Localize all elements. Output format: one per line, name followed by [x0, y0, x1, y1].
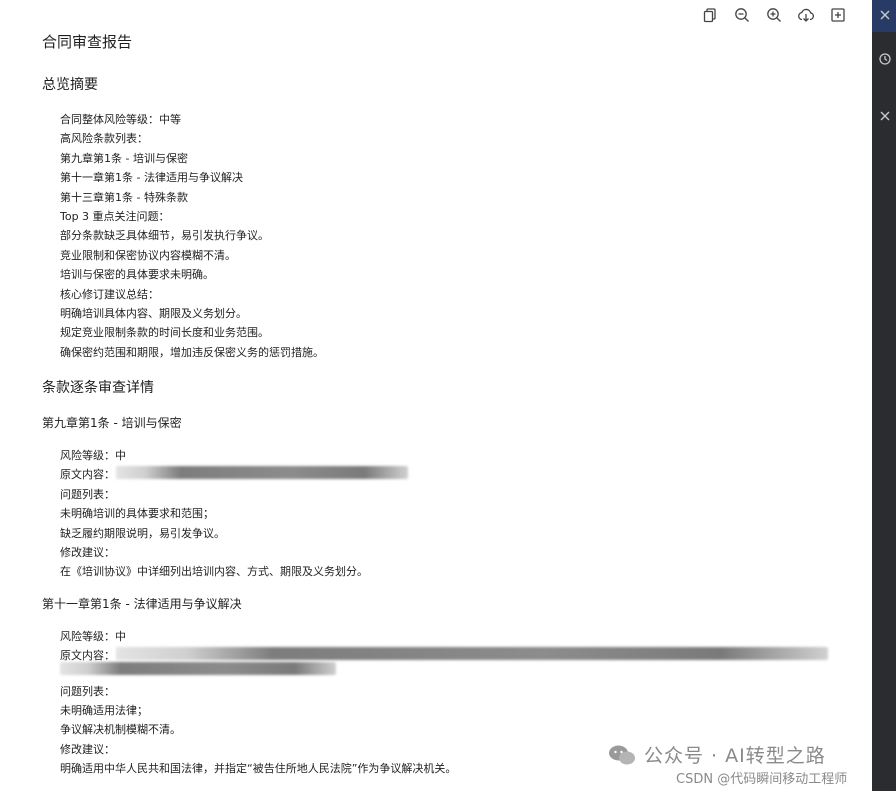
clause-original-label: 原文内容： [60, 649, 115, 662]
clause-issues-label: 问题列表： [60, 685, 115, 698]
summary-line: 规定竞业限制条款的时间长度和业务范围。 [60, 326, 269, 339]
close-icon[interactable] [878, 109, 892, 123]
clause-issue: 缺乏履约期限说明，易引发争议。 [60, 527, 225, 540]
summary-line: 培训与保密的具体要求未明确。 [60, 268, 214, 281]
watermark-text: 公众号 · AI转型之路 [644, 745, 826, 767]
clause-heading: 第九章第1条 - 培训与保密 [42, 416, 182, 430]
redacted-text [116, 466, 408, 479]
csdn-watermark: CSDN @代码瞬间移动工程师 [676, 772, 848, 787]
summary-line: Top 3 重点关注问题： [60, 210, 170, 223]
summary-line: 核心修订建议总结： [60, 288, 159, 301]
summary-line: 高风险条款列表： [60, 132, 148, 145]
report-title: 合同审查报告 [42, 33, 133, 51]
clause-issue: 未明确适用法律； [60, 704, 148, 717]
clause-original-label: 原文内容： [60, 468, 115, 481]
zoom-out-icon[interactable] [733, 6, 751, 24]
close-icon[interactable] [878, 8, 892, 22]
summary-heading: 总览摘要 [42, 77, 98, 93]
clause-issue: 争议解决机制模糊不清。 [60, 723, 181, 736]
clause-suggestion: 明确适用中华人民共和国法律，并指定“被告住所地人民法院”作为争议解决机关。 [60, 762, 457, 775]
zoom-in-icon[interactable] [765, 6, 783, 24]
clause-issues-label: 问题列表： [60, 488, 115, 501]
clause-suggest-label: 修改建议： [60, 743, 115, 756]
summary-line: 第九章第1条 - 培训与保密 [60, 152, 188, 165]
summary-line: 部分条款缺乏具体细节，易引发执行争议。 [60, 229, 269, 242]
clause-heading: 第十一章第1条 - 法律适用与争议解决 [42, 597, 242, 611]
clause-risk: 风险等级：中 [60, 449, 126, 462]
redacted-text [60, 662, 336, 675]
summary-line: 确保密约范围和期限，增加违反保密义务的惩罚措施。 [60, 346, 324, 359]
clause-suggestion: 在《培训协议》中详细列出培训内容、方式、期限及义务划分。 [60, 565, 368, 578]
summary-line: 竞业限制和保密协议内容模糊不清。 [60, 249, 236, 262]
summary-line: 明确培训具体内容、期限及义务划分。 [60, 307, 247, 320]
report-document: 合同审查报告 总览摘要 合同整体风险等级：中等 高风险条款列表： 第九章第1条 … [0, 0, 872, 791]
wechat-logo-icon [608, 744, 636, 766]
summary-line: 第十一章第1条 - 法律适用与争议解决 [60, 171, 243, 184]
add-icon[interactable] [829, 6, 847, 24]
clause-issue: 未明确培训的具体要求和范围； [60, 507, 214, 520]
summary-line: 合同整体风险等级：中等 [60, 113, 181, 126]
history-icon[interactable] [878, 52, 892, 66]
clause-suggest-label: 修改建议： [60, 546, 115, 559]
details-heading: 条款逐条审查详情 [42, 380, 154, 396]
download-icon[interactable] [797, 6, 815, 24]
copy-icon[interactable] [701, 6, 719, 24]
redacted-text [116, 647, 828, 660]
summary-line: 第十三章第1条 - 特殊条款 [60, 191, 188, 204]
clause-risk: 风险等级：中 [60, 630, 126, 643]
